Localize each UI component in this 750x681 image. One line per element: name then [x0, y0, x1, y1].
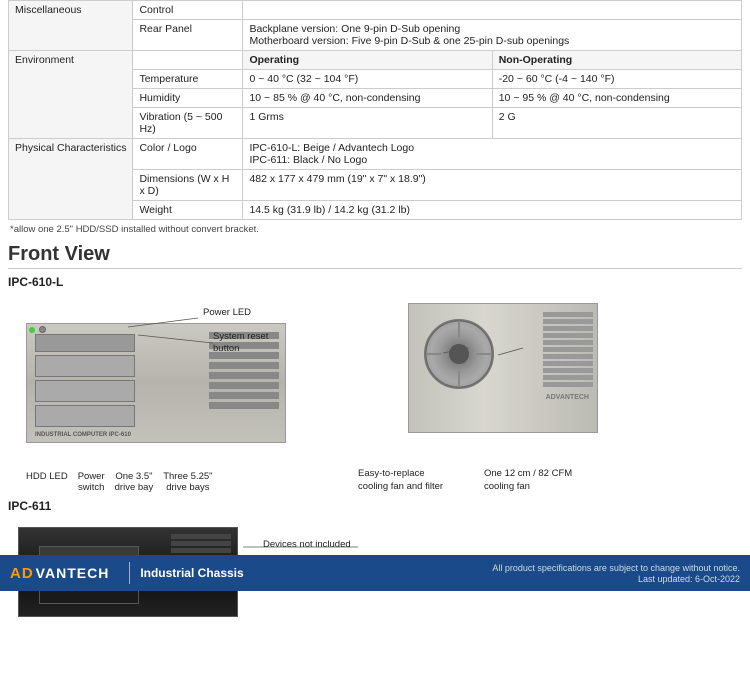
weight-value: 14.5 kg (31.9 lb) / 14.2 kg (31.2 lb): [243, 201, 742, 220]
front-view-title: Front View: [8, 243, 742, 269]
misc-control-label: Control: [133, 1, 243, 20]
vibration-label: Vibration (5 ~ 500 Hz): [133, 108, 243, 139]
ann-fan-filter: Easy-to-replacecooling fan and filter: [358, 468, 478, 493]
brand-ad: AD: [10, 565, 34, 582]
misc-category: Miscellaneous: [9, 1, 133, 51]
env-operating-header: Operating: [243, 51, 492, 70]
dimensions-label: Dimensions (W x H x D): [133, 170, 243, 201]
bottom-labels-left: HDD LED Powerswitch One 3.5"drive bay Th…: [26, 471, 213, 493]
ann-power-led: Power LED: [203, 307, 251, 318]
footer-title: Industrial Chassis: [140, 566, 316, 580]
color-label: Color / Logo: [133, 139, 243, 170]
footer-logo: ADVANTECH: [10, 565, 109, 582]
footer-divider: [129, 562, 130, 584]
env-header-label: [133, 51, 243, 70]
ipc610l-chassis-right-image: ADVANTECH: [408, 303, 598, 433]
right-bottom-labels: Easy-to-replacecooling fan and filter On…: [358, 468, 594, 493]
color-value: IPC-610-L: Beige / Advantech Logo IPC-61…: [243, 139, 742, 170]
ipc610l-left-diagram: INDUSTRIAL COMPUTER IPC-610 Power LED Sy…: [8, 293, 348, 493]
ipc611-label: IPC-611: [8, 499, 742, 513]
misc-rearpanel-label: Rear Panel: [133, 20, 243, 51]
drive-bay-35-label: One 3.5"drive bay: [115, 471, 154, 493]
temp-nonoperating: -20 ~ 60 °C (-4 ~ 140 °F): [492, 70, 741, 89]
ipc610l-label: IPC-610-L: [8, 275, 742, 289]
ipc610l-right-diagram: ADVANTECH Easy-to-replacecooling fan and…: [358, 293, 638, 493]
vibration-operating: 1 Grms: [243, 108, 492, 139]
vibration-nonoperating: 2 G: [492, 108, 741, 139]
footer-note: All product specifications are subject t…: [492, 563, 740, 573]
environment-category: Environment: [9, 51, 133, 139]
power-switch-label: Powerswitch: [78, 471, 105, 493]
humidity-operating: 10 ~ 85 % @ 40 °C, non-condensing: [243, 89, 492, 108]
weight-label: Weight: [133, 201, 243, 220]
ipc610l-diagram-row: INDUSTRIAL COMPUTER IPC-610 Power LED Sy…: [8, 293, 742, 493]
humidity-label: Humidity: [133, 89, 243, 108]
misc-rearpanel-value: Backplane version: One 9-pin D-Sub openi…: [243, 20, 742, 51]
physical-category: Physical Characteristics: [9, 139, 133, 220]
ann-devices-not-included: Devices not included: [263, 539, 351, 550]
hdd-led-label: HDD LED: [26, 471, 68, 493]
footer: ADVANTECH Industrial Chassis All product…: [0, 555, 750, 591]
table-note: *allow one 2.5" HDD/SSD installed withou…: [8, 224, 742, 235]
footer-updated: Last updated: 6-Oct-2022: [638, 574, 740, 584]
temp-operating: 0 ~ 40 °C (32 ~ 104 °F): [243, 70, 492, 89]
drive-bay-525-label: Three 5.25"drive bays: [163, 471, 212, 493]
brand-vantech: VANTECH: [36, 565, 110, 581]
misc-control-value: [243, 1, 742, 20]
ann-system-reset: System resetbutton: [213, 331, 268, 356]
specs-table: Miscellaneous Control Rear Panel Backpla…: [8, 0, 742, 220]
env-nonoperating-header: Non-Operating: [492, 51, 741, 70]
humidity-nonoperating: 10 ~ 95 % @ 40 °C, non-condensing: [492, 89, 741, 108]
ann-cooling-fan: One 12 cm / 82 CFMcooling fan: [484, 468, 594, 493]
dimensions-value: 482 x 177 x 479 mm (19" x 7" x 18.9"): [243, 170, 742, 201]
temp-label: Temperature: [133, 70, 243, 89]
